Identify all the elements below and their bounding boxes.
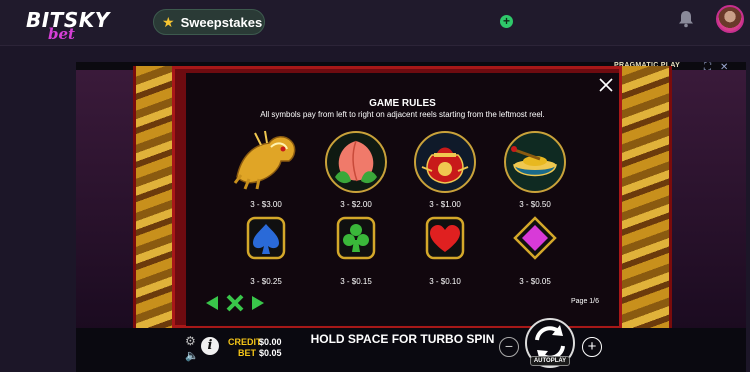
ingot-bowl-symbol-icon [504, 131, 566, 193]
pay-peach: 3 - $2.00 [340, 200, 372, 209]
background-left [76, 70, 134, 330]
info-button[interactable]: i [201, 337, 219, 355]
pay-lucky-bag: 3 - $1.00 [429, 200, 461, 209]
pay-dragon: 3 - $3.00 [250, 200, 282, 209]
settings-gear-icon[interactable]: ⚙ [185, 335, 197, 347]
background-right [670, 70, 746, 330]
next-page-icon[interactable] [250, 294, 266, 312]
previous-page-icon[interactable] [204, 294, 220, 312]
pay-club: 3 - $0.15 [340, 277, 372, 286]
star-icon: ★ [162, 14, 175, 30]
decrease-bet-button[interactable]: − [499, 337, 519, 357]
site-logo[interactable]: BITSKY bet [26, 8, 110, 43]
sweepstakes-label: Sweepstakes [180, 14, 263, 30]
add-funds-button[interactable]: + [500, 15, 513, 28]
sweepstakes-button[interactable]: ★ Sweepstakes [153, 9, 265, 35]
heart-symbol-icon [425, 216, 465, 260]
spade-symbol-icon [246, 216, 286, 260]
autoplay-button[interactable]: AUTOPLAY [530, 356, 570, 366]
close-rules-icon[interactable] [598, 77, 614, 93]
site-header: BITSKY bet ★ Sweepstakes + [0, 0, 750, 46]
pay-spade: 3 - $0.25 [250, 277, 282, 286]
pay-diamond: 3 - $0.05 [519, 277, 551, 286]
page-indicator: Page 1/6 [571, 298, 600, 305]
bet-label: BET [238, 348, 256, 358]
rules-title: GAME RULES [369, 98, 436, 109]
pay-heart: 3 - $0.10 [429, 277, 461, 286]
dragon-symbol-icon [233, 130, 296, 190]
bet-value: $0.05 [259, 348, 282, 358]
sound-icon[interactable]: 🔈 [185, 350, 199, 362]
peach-symbol-icon [325, 131, 387, 193]
credit-label: CREDIT [228, 337, 262, 347]
club-symbol-icon [336, 216, 376, 260]
bell-icon[interactable] [678, 10, 694, 28]
credit-value: $0.00 [259, 337, 282, 347]
dragon-pillar-right [618, 66, 672, 334]
increase-bet-button[interactable]: + [582, 337, 602, 357]
turbo-spin-message: HOLD SPACE FOR TURBO SPIN [310, 332, 495, 346]
rules-description: All symbols pay from left to right on ad… [260, 110, 545, 119]
logo-sub-text: bet [48, 25, 75, 43]
pay-ingot-bowl: 3 - $0.50 [519, 200, 551, 209]
diamond-symbol-icon [513, 216, 557, 260]
lucky-bag-symbol-icon [414, 131, 476, 193]
close-rules-green-icon[interactable] [225, 294, 245, 312]
user-avatar[interactable] [716, 5, 744, 33]
